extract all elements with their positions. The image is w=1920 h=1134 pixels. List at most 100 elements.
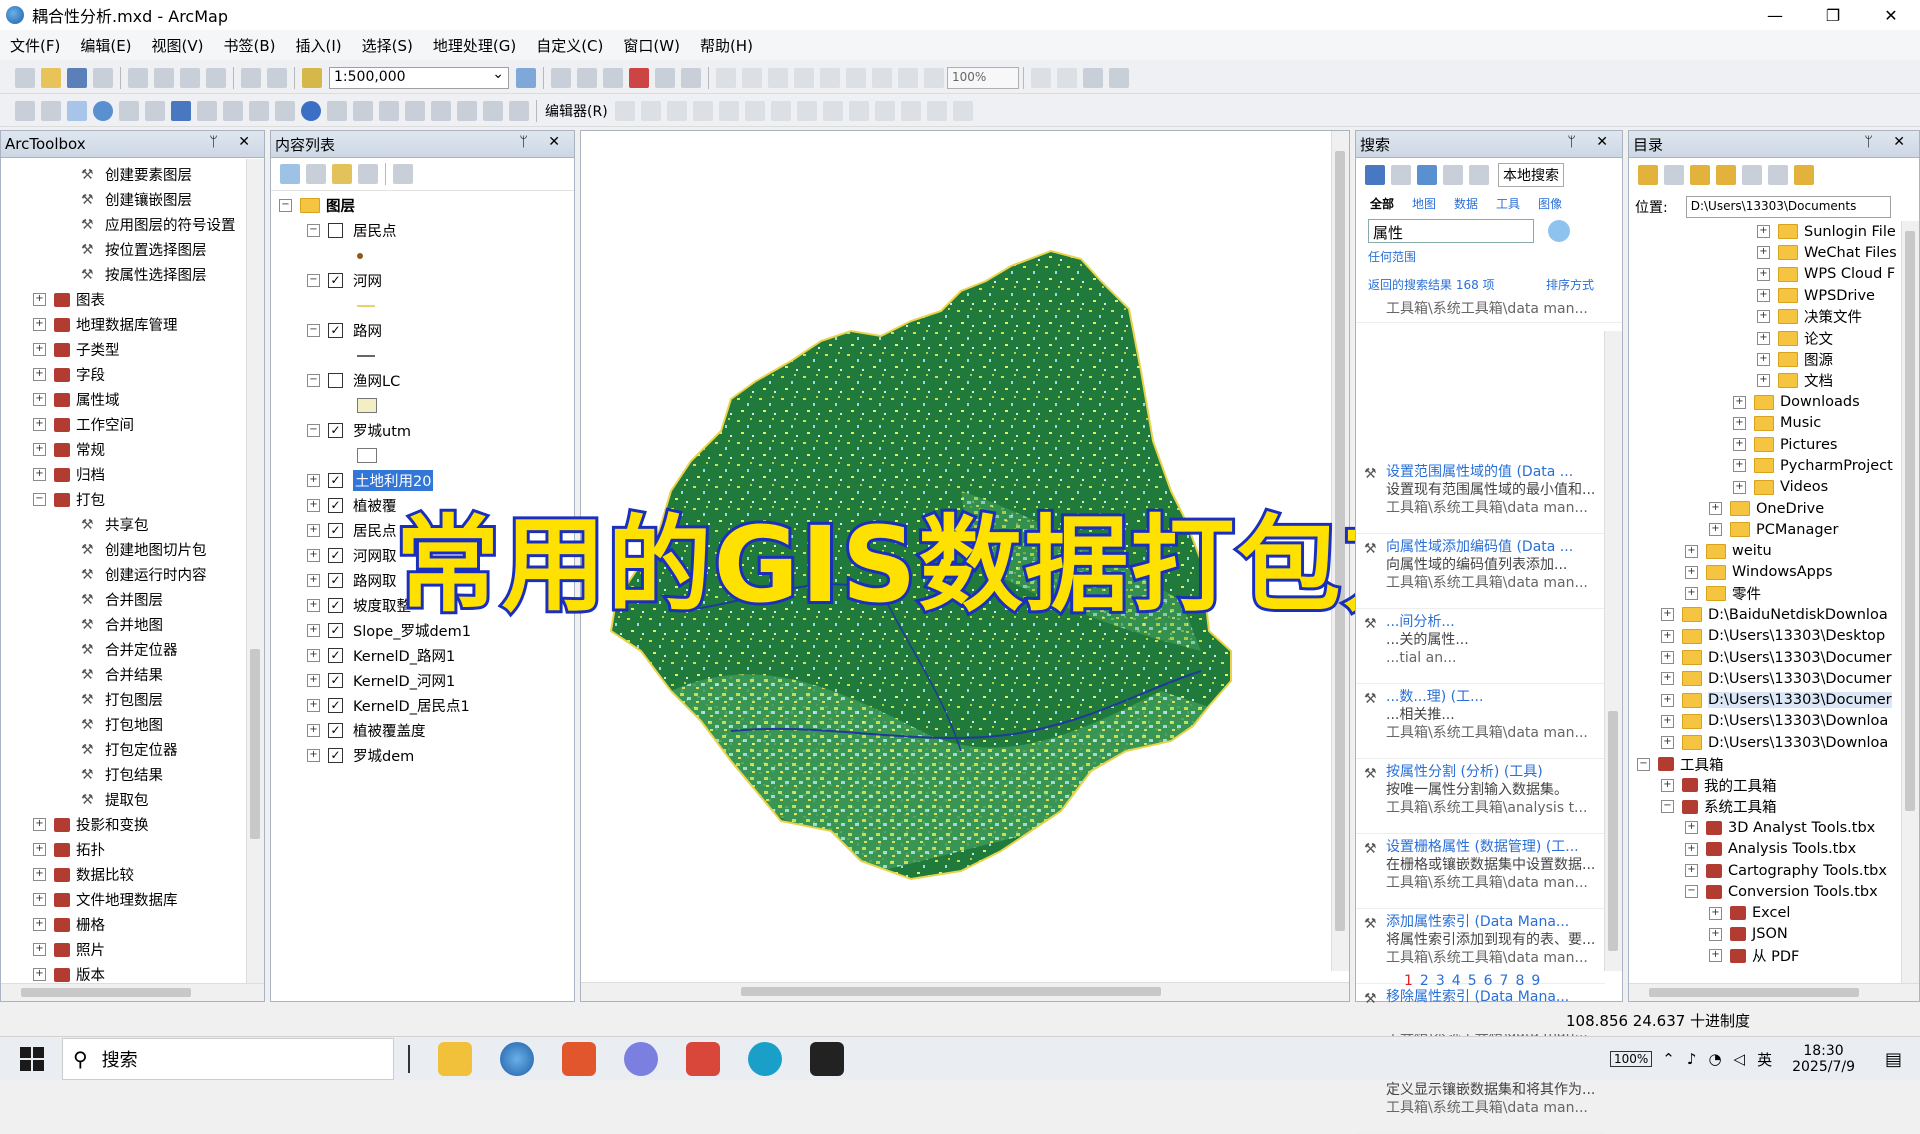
catalog-toolbox-item[interactable]: + Excel (1629, 903, 1902, 924)
search-input[interactable]: 属性 (1368, 219, 1534, 243)
expand-toggle-icon[interactable]: + (33, 443, 46, 456)
page-link[interactable]: 7 (1500, 973, 1509, 989)
catalog-folder-item[interactable]: + D:\Users\13303\Downloa (1629, 711, 1902, 732)
toc-layer[interactable]: + ✓ KernelD_居民点1 (279, 693, 570, 718)
search-result-item[interactable]: ⚒ ...间分析... ...关的属性... ...tial an... (1356, 609, 1605, 684)
expand-toggle-icon[interactable]: + (1757, 246, 1770, 260)
search-result-item[interactable]: ⚒ 按属性分割 (分析) (工具) 按唯一属性分割输入数据集。 工具箱\系统工具箱\a… (1356, 759, 1605, 834)
cut-polygons-icon[interactable] (822, 100, 843, 121)
layer-visibility-checkbox[interactable]: ✓ (328, 323, 343, 338)
search-vscroll[interactable] (1604, 331, 1622, 971)
search-tab[interactable]: 全部 (1370, 195, 1394, 212)
expand-toggle-icon[interactable]: + (33, 843, 46, 856)
layer-visibility-checkbox[interactable]: ✓ (328, 548, 343, 563)
catalog-back-icon[interactable] (1638, 165, 1658, 185)
catalog-folder-item[interactable]: + Sunlogin File (1629, 221, 1902, 242)
menu-item[interactable]: 选择(S) (352, 35, 423, 56)
arctoolbox-toolset[interactable]: + 字段 (1, 362, 247, 387)
zoom-in-icon[interactable] (15, 100, 35, 121)
change-layout-icon[interactable] (1083, 67, 1103, 88)
search-tab[interactable]: 图像 (1538, 195, 1562, 212)
search-window-icon[interactable] (603, 67, 623, 88)
expand-toggle-icon[interactable]: + (307, 649, 320, 662)
expand-toggle-icon[interactable]: + (33, 893, 46, 906)
expand-toggle-icon[interactable]: + (33, 918, 46, 931)
list-by-selection-icon[interactable] (358, 164, 378, 184)
catalog-folder-item[interactable]: + PycharmProject (1629, 455, 1902, 476)
toc-layer[interactable]: − ✓ 罗城utm (279, 418, 570, 443)
search-result-item[interactable]: ⚒ 向属性域添加编码值 (Data ... 向属性域的编码值列表添加... 工具箱\系… (1356, 534, 1605, 609)
clear-selection-icon[interactable] (249, 100, 269, 121)
catalog-home-icon[interactable] (1716, 165, 1736, 185)
expand-toggle-icon[interactable]: + (1709, 927, 1722, 941)
new-icon[interactable] (15, 67, 35, 88)
expand-toggle-icon[interactable]: + (1685, 864, 1698, 878)
time-slider-icon[interactable] (483, 100, 503, 121)
expand-toggle-icon[interactable]: + (1757, 352, 1770, 366)
arctoolbox-tool[interactable]: ⚒ 合并结果 (1, 662, 247, 687)
html-popup-icon[interactable] (353, 100, 373, 121)
edge-icon[interactable] (748, 1041, 782, 1076)
catalog-view-icon[interactable] (1768, 165, 1788, 185)
expand-toggle-icon[interactable]: − (307, 324, 320, 337)
expand-toggle-icon[interactable]: + (1733, 459, 1746, 473)
expand-toggle-icon[interactable]: + (307, 624, 320, 637)
catalog-toolbox-item[interactable]: − 系统工具箱 (1629, 796, 1902, 817)
arctoolbox-toolset[interactable]: + 属性域 (1, 387, 247, 412)
expand-toggle-icon[interactable]: + (1685, 544, 1698, 558)
editor-toolbar-icon[interactable] (516, 67, 536, 88)
menu-item[interactable]: 自定义(C) (526, 35, 613, 56)
zoom-out-icon[interactable] (41, 100, 61, 121)
app-icon[interactable] (686, 1041, 720, 1076)
result-title[interactable]: 向属性域添加编码值 (Data ... (1386, 538, 1605, 556)
select-features-icon[interactable] (223, 100, 243, 121)
paste-icon[interactable] (180, 67, 200, 88)
expand-toggle-icon[interactable]: + (1733, 438, 1746, 452)
layout-zoom-out-icon[interactable] (742, 67, 762, 88)
search-options-icon[interactable] (1469, 165, 1489, 185)
windows-start-icon[interactable] (20, 1046, 44, 1071)
expand-toggle-icon[interactable]: + (1757, 374, 1770, 388)
arctoolbox-tool[interactable]: ⚒ 合并地图 (1, 612, 247, 637)
catalog-folder-item[interactable]: + D:\Users\13303\Desktop (1629, 626, 1902, 647)
arctoolbox-tool[interactable]: ⚒ 应用图层的符号设置 (1, 212, 247, 237)
create-viewer-icon[interactable] (509, 100, 529, 121)
expand-toggle-icon[interactable]: + (1685, 587, 1698, 601)
toc-layer[interactable]: + ✓ 植被覆盖度 (279, 718, 570, 743)
expand-toggle-icon[interactable]: + (1685, 842, 1698, 856)
arctoolbox-tool[interactable]: ⚒ 打包结果 (1, 762, 247, 787)
fixed-zoom-in-icon[interactable] (846, 67, 866, 88)
catalog-toolbox-item[interactable]: + JSON (1629, 924, 1902, 945)
layer-visibility-checkbox[interactable]: ✓ (328, 698, 343, 713)
layer-visibility-checkbox[interactable] (328, 223, 343, 238)
layout-pan-icon[interactable] (768, 67, 788, 88)
arctoolbox-toolset[interactable]: + 归档 (1, 462, 247, 487)
notification-icon[interactable]: ▤ (1885, 1049, 1902, 1070)
arctoolbox-tool[interactable]: ⚒ 按位置选择图层 (1, 237, 247, 262)
toc-layer[interactable]: + ✓ KernelD_路网1 (279, 643, 570, 668)
expand-toggle-icon[interactable]: + (33, 368, 46, 381)
arctoolbox-toolset[interactable]: + 地理数据库管理 (1, 312, 247, 337)
expand-toggle-icon[interactable]: + (1661, 651, 1674, 665)
arctoolbox-tool[interactable]: ⚒ 按属性选择图层 (1, 262, 247, 287)
arctoolbox-toolset[interactable]: + 子类型 (1, 337, 247, 362)
catalog-toolbox-item[interactable]: − Conversion Tools.tbx (1629, 881, 1902, 902)
search-scope-dropdown[interactable]: 本地搜索 (1498, 163, 1564, 187)
expand-toggle-icon[interactable]: + (33, 343, 46, 356)
catalog-vscroll[interactable] (1901, 221, 1919, 984)
layout-zoom-in-icon[interactable] (716, 67, 736, 88)
catalog-folder-item[interactable]: + weitu (1629, 540, 1902, 561)
edit-tool-icon[interactable] (614, 100, 635, 121)
python-icon[interactable] (655, 67, 675, 88)
table-icon[interactable] (551, 67, 571, 88)
layer-visibility-checkbox[interactable]: ✓ (328, 573, 343, 588)
edit-annotation-icon[interactable] (640, 100, 661, 121)
delete-icon[interactable] (206, 67, 226, 88)
catalog-forward-icon[interactable] (1664, 165, 1684, 185)
fixed-zoom-out-map-icon[interactable] (145, 100, 165, 121)
layer-visibility-checkbox[interactable]: ✓ (328, 748, 343, 763)
arctoolbox-tool[interactable]: ⚒ 创建镶嵌图层 (1, 187, 247, 212)
list-by-source-icon[interactable] (306, 164, 326, 184)
arctoolbox-toolset[interactable]: + 照片 (1, 937, 247, 962)
find-route-icon[interactable] (431, 100, 451, 121)
